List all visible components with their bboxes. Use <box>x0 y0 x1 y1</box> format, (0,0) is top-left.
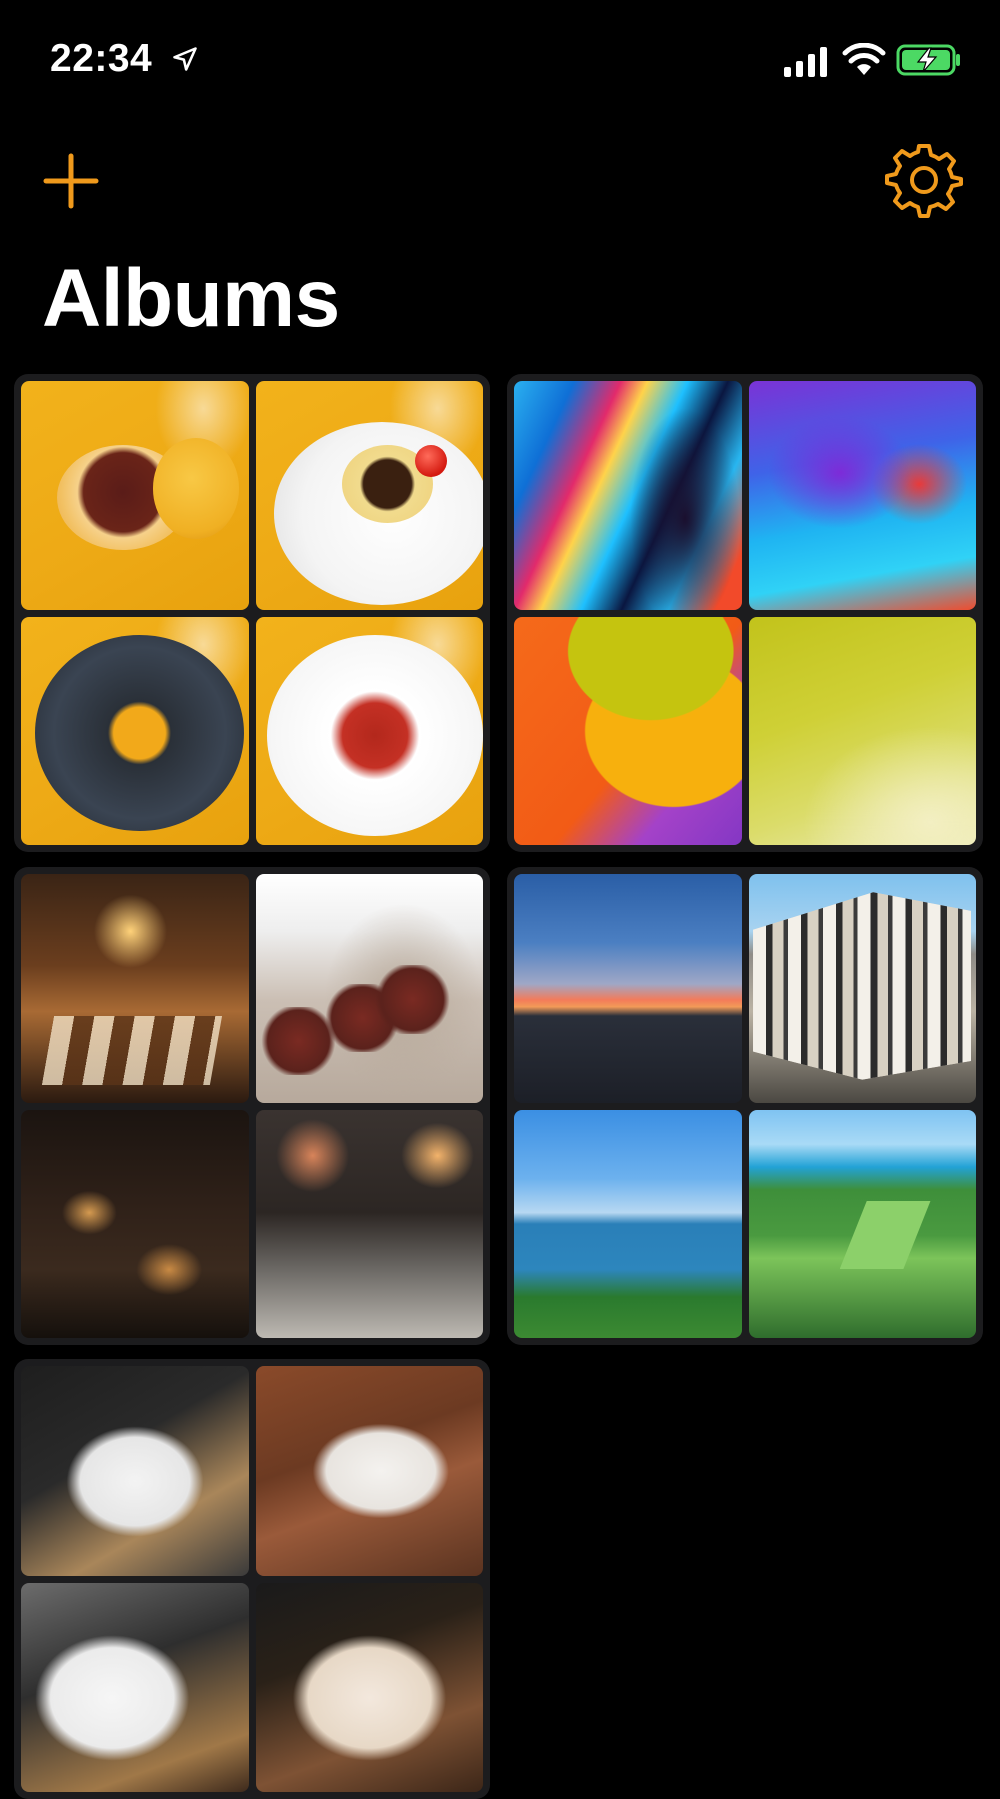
album-thumbnail <box>748 874 976 1103</box>
plus-icon <box>43 153 99 209</box>
album-thumbnail <box>255 874 483 1103</box>
status-time: 22:34 <box>50 37 153 80</box>
album-thumbnail <box>21 1366 249 1576</box>
settings-button[interactable] <box>885 140 963 218</box>
album-thumbnail <box>748 381 976 610</box>
location-arrow-icon <box>173 47 197 71</box>
album-thumbnail <box>21 381 249 610</box>
album-thumbnail <box>255 381 483 610</box>
album-thumbnail <box>21 874 249 1103</box>
cellular-signal-icon <box>784 47 827 77</box>
status-bar: 22:34 <box>0 0 1000 120</box>
album-card-cats[interactable] <box>14 1359 490 1799</box>
battery-charging-icon <box>896 44 960 76</box>
album-thumbnail <box>514 616 742 845</box>
album-thumbnail <box>21 616 249 845</box>
page-title: Albums <box>42 253 340 344</box>
album-thumbnail <box>21 1582 249 1792</box>
album-card-abstract[interactable] <box>507 374 983 852</box>
album-thumbnail <box>514 1109 742 1338</box>
album-thumbnail <box>255 616 483 845</box>
album-thumbnail <box>748 616 976 845</box>
wifi-icon <box>842 43 886 75</box>
album-card-interiors[interactable] <box>14 867 490 1345</box>
gear-icon <box>885 144 963 218</box>
album-thumbnail <box>514 874 742 1103</box>
album-card-landscapes[interactable] <box>507 867 983 1345</box>
album-card-food[interactable] <box>14 374 490 852</box>
album-thumbnail <box>748 1109 976 1338</box>
album-thumbnail <box>255 1582 483 1792</box>
album-thumbnail <box>21 1109 249 1338</box>
album-thumbnail <box>514 381 742 610</box>
album-thumbnail <box>255 1109 483 1338</box>
album-thumbnail <box>255 1366 483 1576</box>
add-album-button[interactable] <box>40 150 102 212</box>
